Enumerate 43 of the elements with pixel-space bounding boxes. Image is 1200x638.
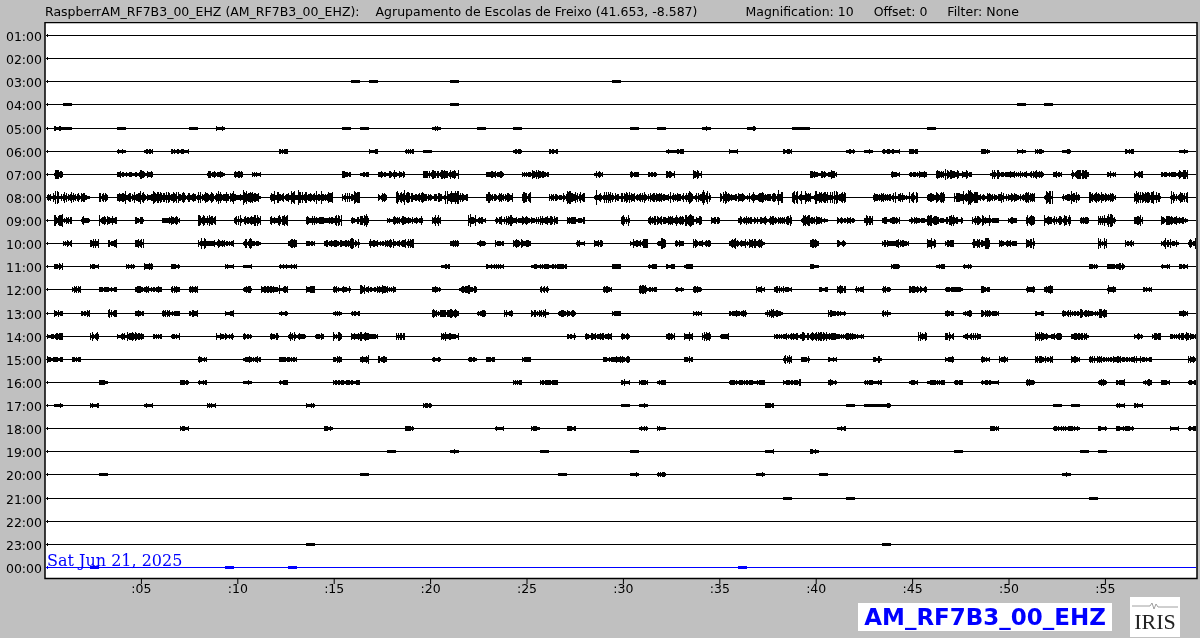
time-tick-label: :10: [227, 581, 248, 596]
hour-label: 01:00: [5, 28, 42, 44]
hour-label: 04:00: [5, 97, 42, 113]
hour-label: 22:00: [5, 514, 42, 530]
location-title: Agrupamento de Escolas de Freixo (41.653, -8.587): [375, 3, 698, 19]
hour-label: 21:00: [5, 491, 42, 507]
time-tick-label: :15: [324, 581, 345, 596]
magnification-label: Magnification: 10: [745, 3, 854, 19]
hour-label: 12:00: [5, 282, 42, 298]
hour-label: 07:00: [5, 167, 42, 183]
time-tick-label: :50: [998, 581, 1020, 596]
channel-label: AM_RF7B3_00_EHZ: [858, 603, 1112, 631]
hour-label: 06:00: [5, 144, 42, 160]
hour-label: 02:00: [5, 51, 42, 67]
time-tick-label: :35: [709, 581, 730, 596]
iris-logo: IRIS: [1130, 597, 1180, 637]
time-tick-label: :40: [806, 581, 827, 596]
hour-label: 09:00: [5, 213, 42, 229]
time-tick-label: :30: [613, 581, 634, 596]
time-tick-label: :45: [902, 581, 923, 596]
hour-label: 17:00: [5, 398, 42, 414]
hour-label: 20:00: [5, 467, 42, 483]
hour-label: 16:00: [5, 375, 42, 391]
offset-label: Offset: 0: [873, 3, 928, 19]
time-tick-label: :05: [131, 581, 152, 596]
hour-label: 14:00: [5, 329, 42, 345]
date-label: Sat Jun 21, 2025: [47, 550, 183, 570]
hour-label: 03:00: [5, 74, 42, 90]
hour-label: 18:00: [5, 421, 42, 437]
hour-label: 08:00: [5, 190, 42, 206]
station-title: RaspberrAM_RF7B3_00_EHZ (AM_RF7B3_00_EHZ):: [45, 3, 360, 19]
hour-label: 11:00: [5, 259, 42, 275]
time-tick-label: :20: [420, 581, 441, 596]
hour-label: 13:00: [5, 306, 42, 322]
hour-label: 15:00: [5, 352, 42, 368]
hour-label: 05:00: [5, 121, 42, 137]
time-tick-label: :25: [516, 581, 538, 596]
hour-label: 00:00: [5, 560, 42, 576]
filter-label: Filter: None: [947, 3, 1019, 19]
hour-label: 19:00: [5, 444, 42, 460]
hour-label: 10:00: [5, 236, 42, 252]
time-tick-label: :55: [1095, 581, 1116, 596]
hour-label: 23:00: [5, 537, 42, 553]
